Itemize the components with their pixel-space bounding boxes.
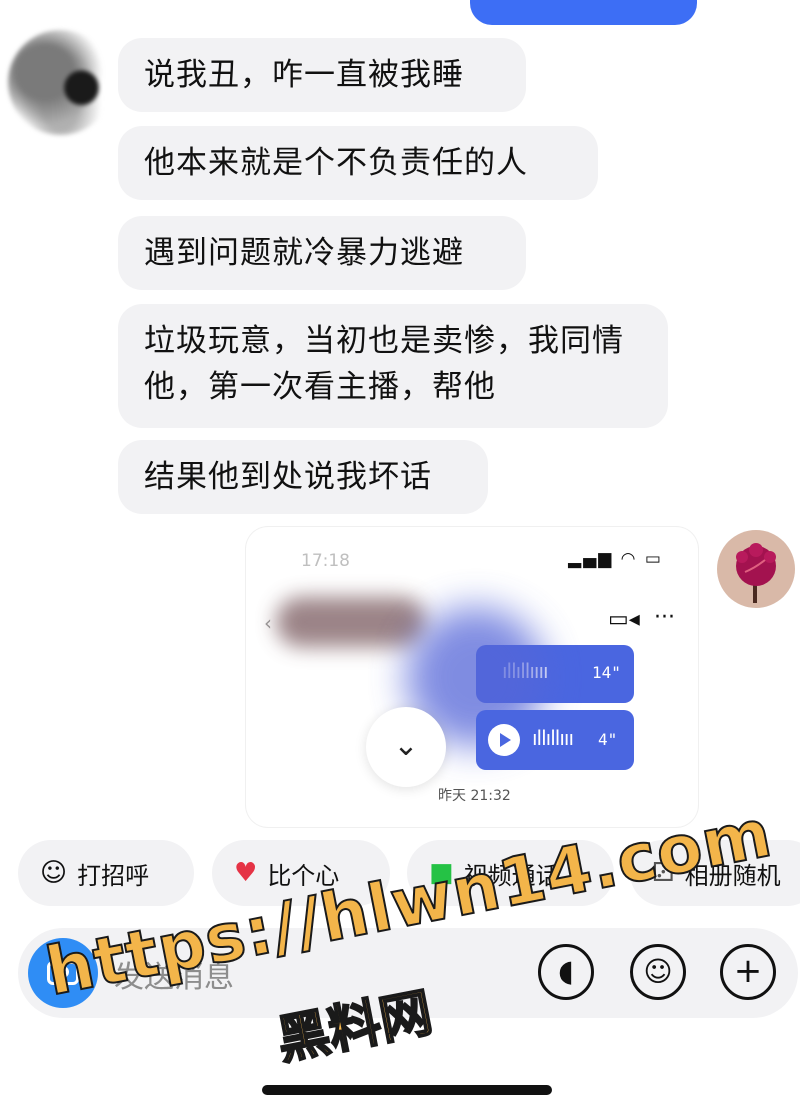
shared-screenshot-image[interactable]: 17:18 ▂▄▆ ◠ ▭ ‹ ▭◂ ··· ıllıllıııı 14" ıl… [246, 527, 698, 827]
back-chevron-icon: ‹ [264, 611, 272, 635]
wave-hand-emoji: ☺ [40, 858, 68, 888]
more-icon: ··· [654, 605, 675, 630]
message-text: 遇到问题就冷暴力逃避 [144, 235, 464, 271]
play-icon [488, 724, 520, 756]
emoji-icon[interactable]: ☺ [630, 944, 686, 1000]
status-time: 17:18 [301, 551, 350, 571]
message-text: 说我丑，咋一直被我睡 [144, 57, 464, 93]
my-avatar[interactable] [717, 530, 795, 608]
status-icons: ▂▄▆ ◠ ▭ [568, 549, 663, 569]
message-bubble[interactable]: 垃圾玩意，当初也是卖惨，我同情他，第一次看主播，帮他 [118, 304, 668, 428]
voice-message: ıllıllııı 4" [476, 710, 634, 770]
video-call-icon: ▭◂ [608, 607, 640, 632]
flower-avatar-icon [736, 543, 776, 603]
voice-input-icon[interactable]: ◖ [538, 944, 594, 1000]
home-indicator[interactable] [262, 1085, 552, 1095]
blurred-contact-name [276, 597, 426, 647]
message-text: 他本来就是个不负责任的人 [144, 145, 528, 181]
message-bubble[interactable]: 说我丑，咋一直被我睡 [118, 38, 526, 112]
message-bubble[interactable]: 遇到问题就冷暴力逃避 [118, 216, 526, 290]
plus-icon[interactable]: + [720, 944, 776, 1000]
quick-action-wave[interactable]: ☺ 打招呼 [18, 840, 194, 906]
chevron-down-icon: ⌄ [366, 707, 446, 787]
voice-duration: 4" [598, 730, 618, 749]
heart-emoji: ♥ [234, 858, 258, 888]
message-text: 垃圾玩意，当初也是卖惨，我同情他，第一次看主播，帮他 [144, 323, 624, 405]
voice-duration: 14" [592, 663, 621, 682]
message-bubble[interactable]: 结果他到处说我坏话 [118, 440, 488, 514]
message-bubble[interactable]: 他本来就是个不负责任的人 [118, 126, 598, 200]
sent-message-bubble[interactable] [470, 0, 697, 25]
quick-action-label: 打招呼 [77, 861, 150, 890]
waveform-icon: ıllıllııı [532, 726, 574, 750]
contact-avatar[interactable] [8, 30, 113, 135]
message-timestamp: 昨天 21:32 [438, 788, 511, 804]
message-text: 结果他到处说我坏话 [144, 459, 432, 495]
